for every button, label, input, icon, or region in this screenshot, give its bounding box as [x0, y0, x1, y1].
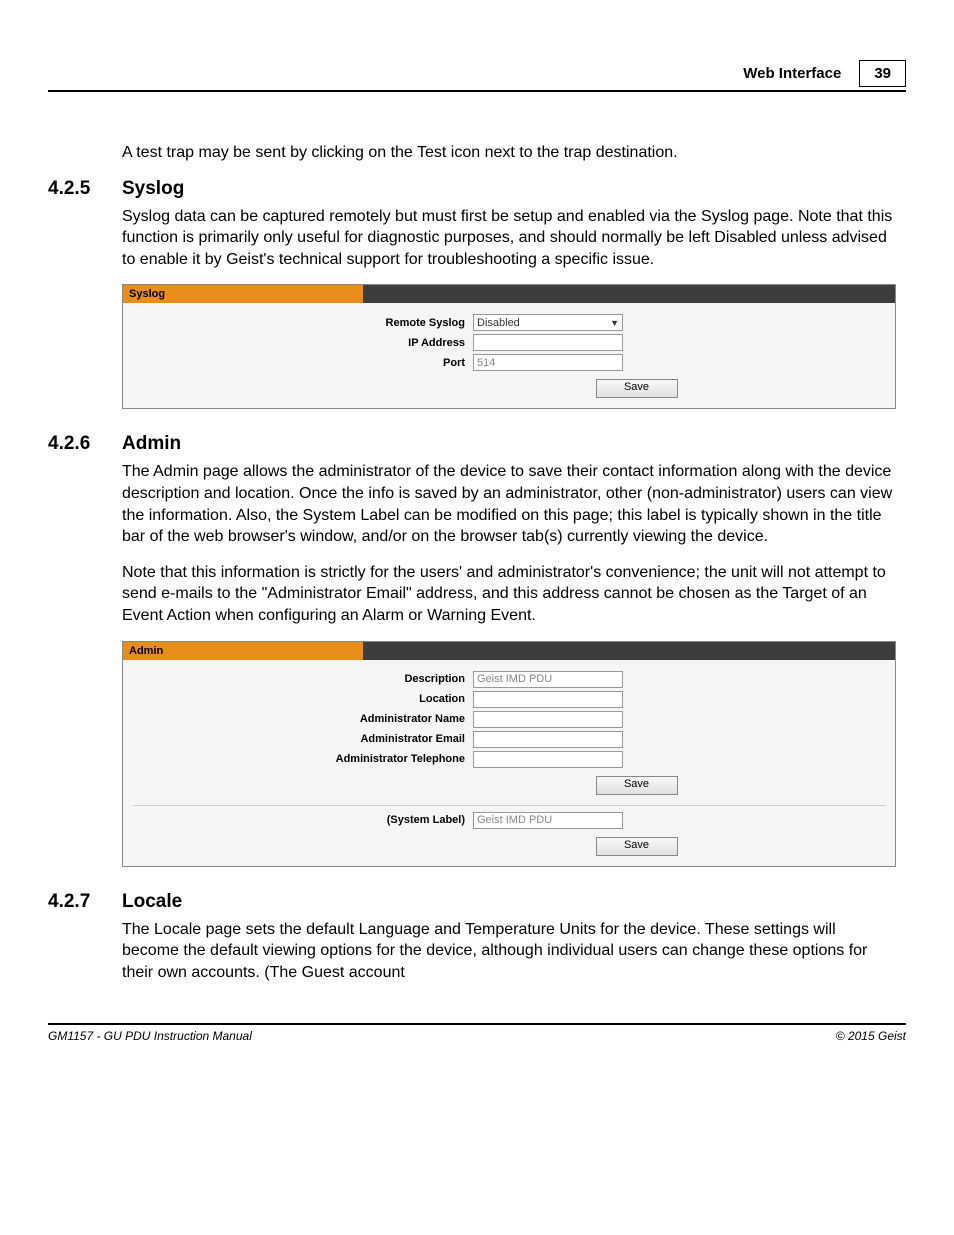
ip-address-input[interactable]	[473, 334, 623, 351]
description-input[interactable]: Geist IMD PDU	[473, 671, 623, 688]
port-input[interactable]: 514	[473, 354, 623, 371]
port-label: Port	[133, 357, 473, 369]
save-button[interactable]: Save	[596, 776, 678, 795]
admin-panel: Admin Description Geist IMD PDU Location…	[122, 641, 896, 867]
syslog-paragraph: Syslog data can be captured remotely but…	[122, 206, 896, 271]
admin-name-input[interactable]	[473, 711, 623, 728]
system-label-input[interactable]: Geist IMD PDU	[473, 812, 623, 829]
panel-tab-syslog: Syslog	[123, 285, 363, 303]
divider	[133, 805, 885, 806]
admin-email-label: Administrator Email	[133, 733, 473, 745]
section-title: Syslog	[122, 178, 184, 200]
admin-paragraph-1: The Admin page allows the administrator …	[122, 461, 896, 547]
admin-telephone-input[interactable]	[473, 751, 623, 768]
page-number: 39	[859, 60, 906, 87]
panel-header-bar	[363, 285, 895, 303]
header-section-title: Web Interface	[743, 65, 841, 82]
locale-paragraph: The Locale page sets the default Languag…	[122, 919, 896, 984]
admin-paragraph-2: Note that this information is strictly f…	[122, 562, 896, 627]
section-number: 4.2.5	[48, 178, 122, 200]
footer-left: GM1157 - GU PDU Instruction Manual	[48, 1029, 252, 1043]
page-footer: GM1157 - GU PDU Instruction Manual © 201…	[48, 1023, 906, 1043]
chevron-down-icon: ▼	[610, 318, 619, 328]
admin-name-label: Administrator Name	[133, 713, 473, 725]
ip-address-label: IP Address	[133, 337, 473, 349]
section-number: 4.2.7	[48, 891, 122, 913]
system-label-label: (System Label)	[133, 814, 473, 826]
panel-header-bar	[363, 642, 895, 660]
section-heading-syslog: 4.2.5 Syslog	[48, 178, 906, 200]
section-title: Locale	[122, 891, 182, 913]
syslog-panel: Syslog Remote Syslog Disabled ▼ IP Addre…	[122, 284, 896, 409]
admin-email-input[interactable]	[473, 731, 623, 748]
footer-right: © 2015 Geist	[836, 1029, 906, 1043]
intro-paragraph: A test trap may be sent by clicking on t…	[122, 142, 896, 164]
remote-syslog-select[interactable]: Disabled ▼	[473, 314, 623, 331]
remote-syslog-label: Remote Syslog	[133, 317, 473, 329]
description-label: Description	[133, 673, 473, 685]
location-label: Location	[133, 693, 473, 705]
section-heading-locale: 4.2.7 Locale	[48, 891, 906, 913]
section-number: 4.2.6	[48, 433, 122, 455]
save-button[interactable]: Save	[596, 379, 678, 398]
admin-telephone-label: Administrator Telephone	[133, 753, 473, 765]
panel-tab-admin: Admin	[123, 642, 363, 660]
remote-syslog-value: Disabled	[477, 317, 520, 329]
location-input[interactable]	[473, 691, 623, 708]
section-heading-admin: 4.2.6 Admin	[48, 433, 906, 455]
page-header: Web Interface 39	[48, 60, 906, 92]
save-button[interactable]: Save	[596, 837, 678, 856]
section-title: Admin	[122, 433, 181, 455]
